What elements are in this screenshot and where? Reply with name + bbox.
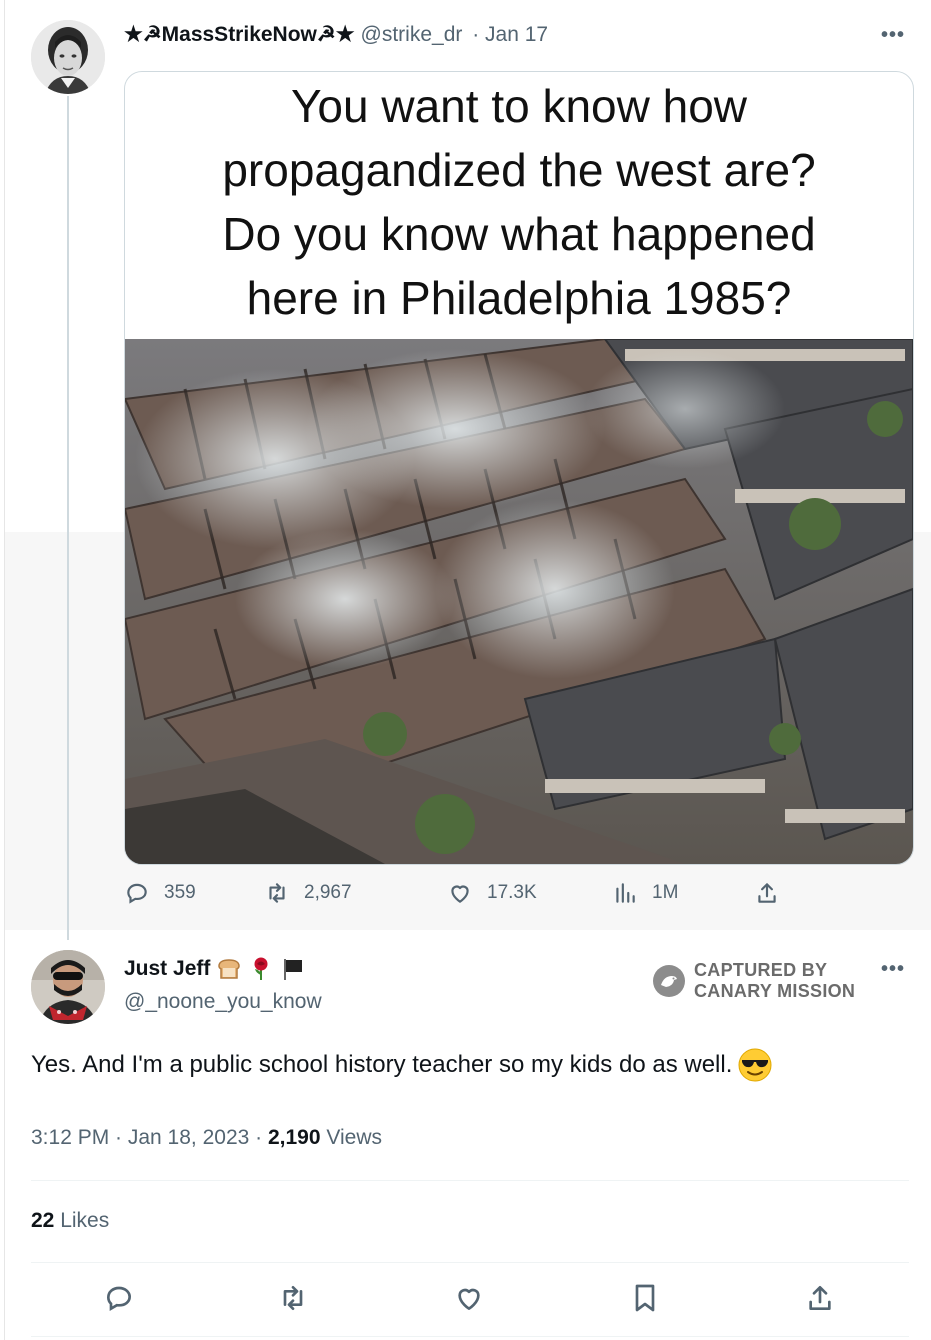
like-count: 17.3K [487,882,537,903]
black-flag-icon [284,959,303,980]
divider [31,1180,909,1181]
caption-line: You want to know how [290,80,748,132]
views-label: Views [326,1126,383,1149]
retweet-button[interactable]: 2,967 [264,880,352,906]
likes-label: Likes [60,1209,110,1232]
tweet-date[interactable]: · Jan 17 [472,23,548,46]
rose-icon [254,957,268,980]
watermark-line: CANARY MISSION [694,981,856,1001]
reply-header: Just Jeff @_noone_you_know [124,956,322,1014]
divider [31,1262,909,1263]
user-handle[interactable]: @_noone_you_know [124,990,322,1014]
like-button[interactable] [453,1282,485,1314]
user-handle[interactable]: @strike_dr [361,23,463,46]
thread-connector-line [67,96,69,940]
avatar[interactable] [31,950,105,1024]
tweet-meta: 3:12 PM · Jan 18, 2023 · 2,190 Views [31,1126,382,1150]
bread-icon [218,959,241,979]
analytics-icon [616,883,635,903]
share-icon [809,1286,831,1310]
display-name[interactable]: Just Jeff [124,957,210,981]
divider [31,1336,909,1337]
heart-icon [451,885,469,903]
tweet-action-bar: 359 2,967 17.3K 1M [124,880,824,916]
meme-caption: You want to know how propagandized the w… [125,72,913,338]
caption-line: propagandized the west are? [222,144,816,196]
retweet-icon [269,883,285,903]
aerial-photo-burned-rowhouses [125,339,913,864]
reply-icon [106,1286,132,1312]
tweet-timestamp[interactable]: 3:12 PM · Jan 18, 2023 · [31,1126,262,1149]
retweet-count: 2,967 [304,882,352,903]
bookmark-icon [635,1284,655,1312]
reply-count: 359 [164,882,196,903]
tweet-text: Yes. And I'm a public school history tea… [31,1048,772,1082]
like-button[interactable]: 17.3K [447,880,537,906]
reply-icon [127,883,147,904]
more-options-icon[interactable]: ••• [881,24,905,47]
more-options-icon[interactable]: ••• [881,958,905,981]
caption-line: Do you know what happened [222,208,816,260]
avatar[interactable] [31,20,105,94]
display-name-row[interactable]: Just Jeff [124,956,322,982]
canary-bird-icon [653,965,685,997]
reply-button[interactable] [103,1282,135,1314]
retweet-icon [283,1286,303,1310]
retweet-button[interactable] [277,1282,309,1314]
likes-summary[interactable]: 22 Likes [31,1209,109,1233]
caption-line: here in Philadelphia 1985? [246,272,792,324]
share-button[interactable] [804,1282,836,1314]
views-button[interactable]: 1M [612,880,678,906]
tweet-media[interactable]: You want to know how propagandized the w… [124,71,914,865]
reply-action-bar [0,1282,931,1316]
watermark: CAPTURED BY CANARY MISSION [652,960,855,1002]
display-name[interactable]: ★☭MassStrikeNow☭★ [124,23,355,46]
sunglasses-face-icon [738,1048,772,1082]
heart-icon [458,1288,480,1310]
tweet-body: Yes. And I'm a public school history tea… [31,1051,733,1078]
bookmark-button[interactable] [629,1282,661,1314]
likes-count: 22 [31,1209,55,1232]
share-icon [758,883,776,903]
reply-button[interactable]: 359 [124,880,196,906]
views-count: 2,190 [267,1126,321,1149]
view-count: 1M [652,882,679,903]
tweet-header: ★☭MassStrikeNow☭★ @strike_dr · Jan 17 [124,22,548,47]
watermark-line: CAPTURED BY [694,960,828,980]
share-button[interactable] [754,880,794,906]
